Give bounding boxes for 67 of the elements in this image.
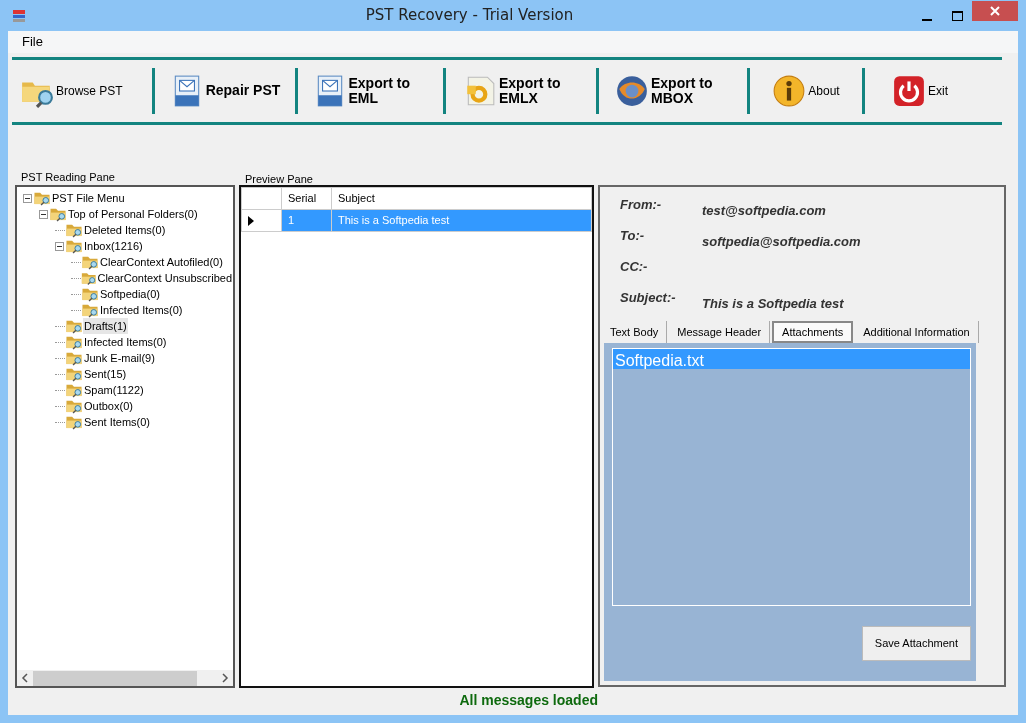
- field-label: Subject:-: [620, 290, 676, 305]
- tree-item[interactable]: Outbox(0): [83, 397, 134, 415]
- collapse-icon[interactable]: [23, 193, 32, 203]
- field-label: CC:-: [620, 259, 648, 274]
- folder-search-icon: [81, 254, 99, 270]
- field-value: This is a Softpedia test: [702, 295, 844, 313]
- tree-item[interactable]: Sent(15): [83, 365, 128, 383]
- field-value: softpedia@softpedia.com: [702, 233, 861, 251]
- pane-title: PST Reading Pane: [21, 171, 115, 183]
- toolbar-button[interactable]: Exit: [865, 61, 975, 121]
- pane-title: Preview Pane: [245, 173, 313, 185]
- field-label: From:-: [620, 197, 662, 212]
- column-header[interactable]: Subject: [331, 187, 592, 210]
- tree-item[interactable]: Deleted Items(0): [83, 221, 167, 239]
- toolbar-button[interactable]: Export to EML: [298, 61, 443, 121]
- window-title: PST Recovery - Trial Version: [365, 6, 574, 25]
- horizontal-scrollbar[interactable]: [17, 670, 233, 686]
- folder-search-icon: [65, 398, 83, 414]
- folder-search-icon: [65, 222, 83, 238]
- toolbar-button[interactable]: Browse PST: [12, 61, 152, 121]
- close-icon: [990, 5, 1000, 16]
- power-icon: [892, 74, 926, 108]
- tree-item[interactable]: ClearContext Autofiled(0): [99, 253, 224, 271]
- folder-search-icon: [33, 190, 51, 206]
- tree-item[interactable]: PST File Menu: [51, 189, 126, 207]
- app-icon: [11, 7, 27, 24]
- toolbar-button[interactable]: Repair PST: [155, 61, 295, 121]
- menu-item[interactable]: File: [14, 32, 51, 52]
- folder-search-icon: [81, 270, 97, 286]
- field-value: test@softpedia.com: [702, 202, 826, 220]
- tree-item[interactable]: Spam(1122): [83, 381, 145, 399]
- tree-item[interactable]: Infected Items(0): [99, 301, 184, 319]
- collapse-icon[interactable]: [39, 209, 48, 219]
- tree-item[interactable]: Inbox(1216): [83, 237, 144, 255]
- toolbar-button[interactable]: About: [750, 61, 862, 121]
- info-icon: [772, 74, 807, 108]
- tree-item[interactable]: Softpedia(0): [99, 285, 161, 303]
- folder-search-icon: [65, 382, 83, 398]
- folder-search-icon: [65, 414, 83, 430]
- toolbar-button[interactable]: Export to EMLX: [446, 61, 596, 121]
- status-message: All messages loaded: [459, 692, 598, 708]
- folder-search-icon: [81, 302, 99, 318]
- tree-item[interactable]: Drafts(1): [83, 317, 128, 335]
- folder-search-icon: [65, 366, 83, 382]
- minimize-icon: [922, 18, 932, 21]
- column-header[interactable]: Serial: [281, 187, 332, 210]
- maximize-icon: [951, 10, 963, 21]
- collapse-icon[interactable]: [55, 241, 64, 251]
- table-cell: This is a Softpedia test: [331, 209, 592, 232]
- column-header: [241, 187, 282, 210]
- folder-search-icon: [65, 238, 83, 254]
- tab[interactable]: Attachments: [772, 321, 854, 343]
- folder-search-icon: [65, 334, 83, 350]
- folder-search-icon: [65, 350, 83, 366]
- row-pointer-icon: [248, 216, 254, 227]
- tree-item[interactable]: Infected Items(0): [83, 333, 168, 351]
- tree-item[interactable]: Top of Personal Folders(0): [67, 205, 199, 223]
- tree-item[interactable]: Sent Items(0): [83, 413, 152, 431]
- field-label: To:-: [620, 228, 645, 243]
- save-attachment-button[interactable]: Save Attachment: [861, 626, 971, 661]
- close-button[interactable]: [972, 0, 1018, 21]
- folder-search-icon: [81, 286, 99, 302]
- toolbar-button[interactable]: Export to MBOX: [599, 61, 747, 121]
- folder-search-icon: [49, 206, 67, 222]
- folder-search-icon: [65, 318, 83, 334]
- tree-item[interactable]: ClearContext Unsubscribed: [96, 269, 233, 287]
- tree-item[interactable]: Junk E-mail(9): [83, 349, 156, 367]
